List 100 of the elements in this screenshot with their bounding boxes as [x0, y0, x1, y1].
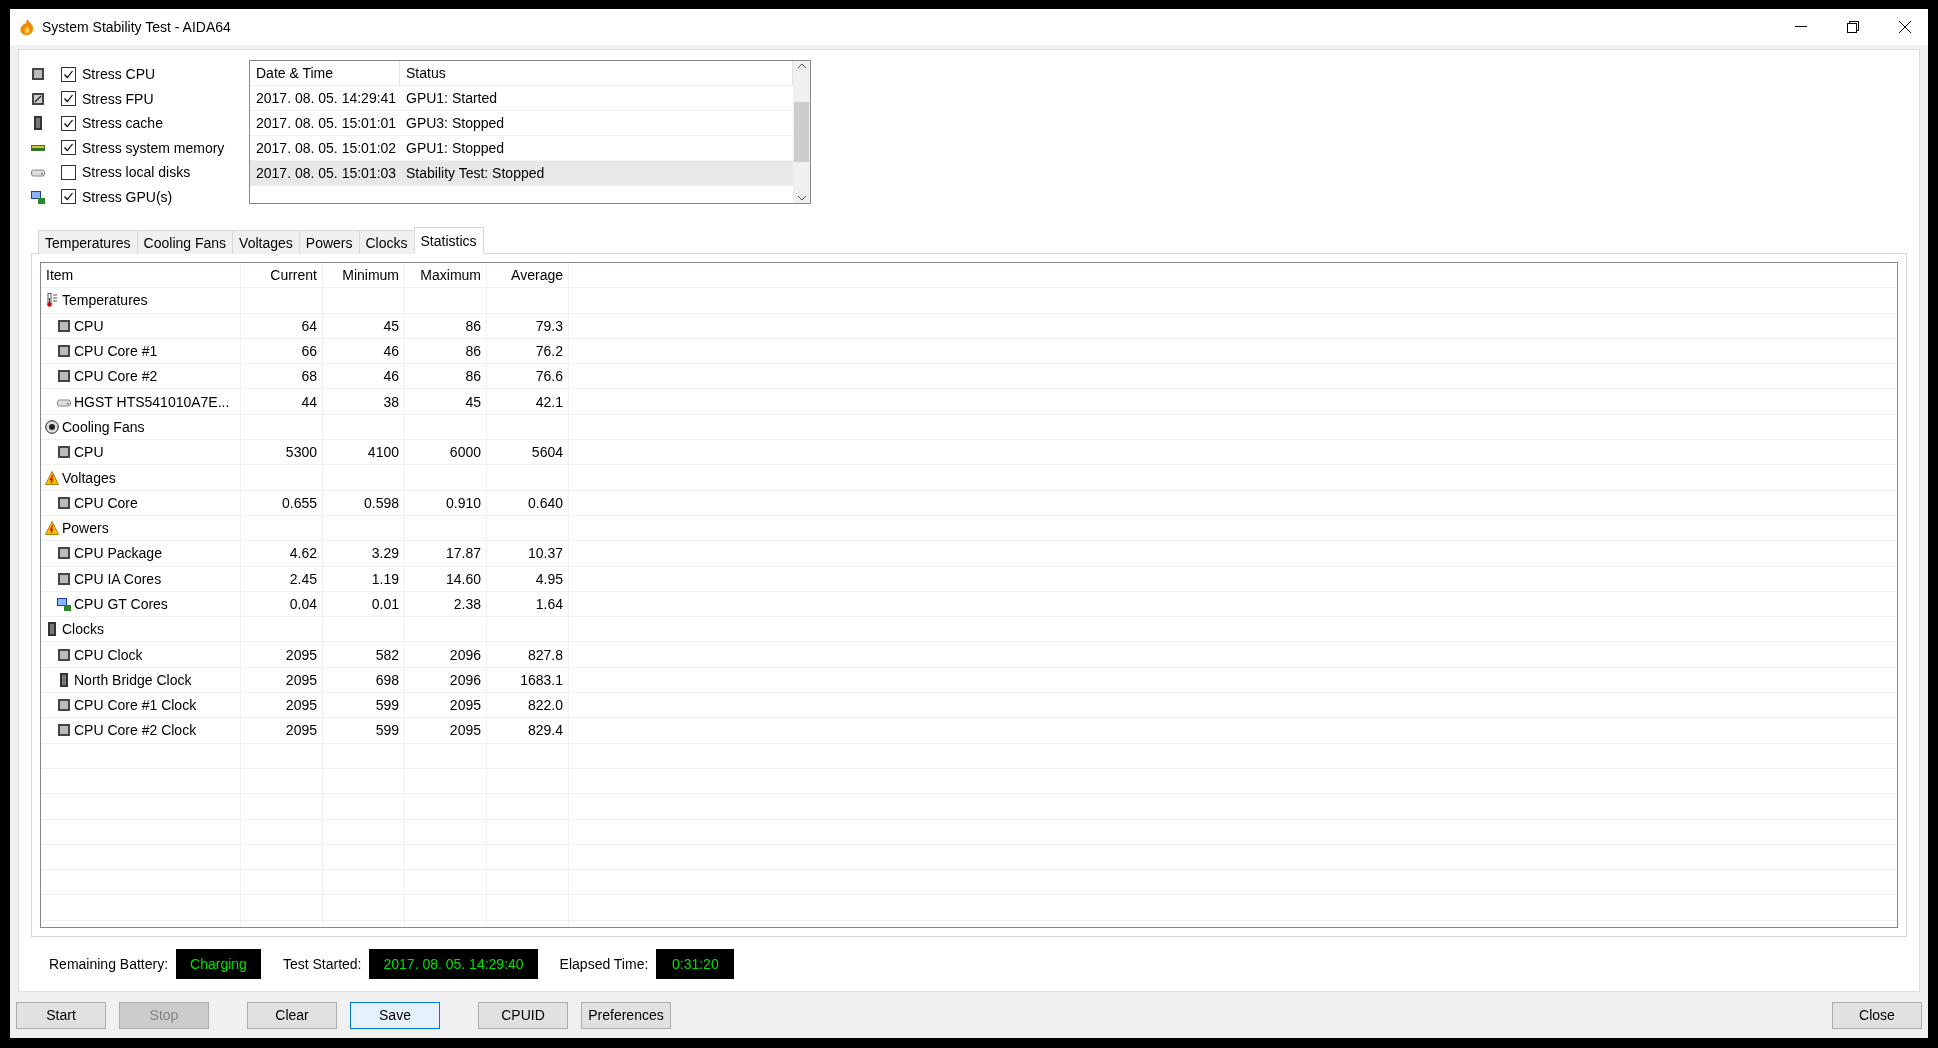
close-dialog-button[interactable]: Close [1832, 1001, 1922, 1029]
group-label: Cooling Fans [62, 418, 145, 435]
item-label: CPU Core #1 Clock [74, 697, 197, 714]
table-cell: 2.38 [453, 596, 481, 612]
checkmark-icon [63, 93, 74, 105]
log-status: GPU1: Stopped [405, 140, 506, 156]
warning-icon [45, 470, 59, 485]
tab[interactable]: Cooling Fans [136, 230, 234, 254]
monitor-icon [57, 597, 71, 611]
table-cell: 1683.1 [520, 671, 563, 688]
table-cell: 45 [383, 317, 399, 334]
table-cell: 6000 [449, 444, 481, 461]
table-cell: 0.910 [445, 494, 481, 511]
log-time: 2017. 08. 05. 15:01:01 [255, 115, 398, 131]
chip-icon [57, 546, 71, 561]
table-cell: 1.19 [371, 570, 399, 587]
checkbox[interactable] [61, 66, 76, 82]
tab[interactable]: Clocks [358, 230, 415, 254]
log-time: 2017. 08. 05. 15:01:02 [255, 140, 398, 156]
chip-icon [57, 369, 71, 384]
column-header[interactable]: Current [270, 267, 317, 284]
close-icon [1899, 21, 1911, 33]
tab[interactable]: Powers [298, 230, 360, 254]
table-cell: 3.29 [371, 545, 399, 562]
status-display: 2017. 08. 05. 14:29:40 [369, 949, 538, 979]
action-button[interactable]: Preferences [581, 1001, 671, 1029]
tab[interactable]: Statistics [413, 227, 484, 254]
memory-chip-icon [31, 116, 45, 131]
table-cell: 2095 [449, 697, 481, 714]
checkbox-label[interactable]: Stress cache [82, 115, 163, 132]
table-cell: 68 [301, 368, 317, 385]
minimize-icon [1795, 26, 1807, 28]
table-cell: 829.4 [527, 722, 563, 739]
item-label: HGST HTS541010A7E... [74, 393, 230, 410]
action-button[interactable]: Clear [247, 1001, 337, 1029]
table-cell: 2096 [449, 671, 481, 688]
chip-icon [57, 495, 71, 510]
column-header[interactable]: Average [511, 267, 563, 284]
table-cell: 1.64 [535, 596, 563, 612]
table-cell: 827.8 [527, 646, 563, 663]
thermometer-icon [45, 293, 59, 308]
checkbox-label[interactable]: Stress CPU [82, 66, 156, 83]
checkbox[interactable] [61, 115, 76, 131]
table-cell: 599 [375, 722, 399, 739]
table-cell: 0.01 [371, 596, 399, 612]
item-label: CPU GT Cores [74, 596, 168, 612]
table-cell: 698 [375, 671, 399, 688]
column-header[interactable]: Maximum [420, 267, 481, 284]
table-cell: 44 [301, 393, 317, 410]
table-cell: 42.1 [535, 393, 563, 410]
checkbox[interactable] [61, 164, 76, 180]
table-cell: 17.87 [445, 545, 481, 562]
action-button[interactable]: Start [16, 1001, 106, 1029]
tab[interactable]: Temperatures [38, 230, 138, 254]
item-label: CPU Core #1 [74, 343, 158, 360]
chip-icon [57, 698, 71, 713]
checkbox[interactable] [61, 189, 76, 205]
table-cell: 2095 [285, 697, 317, 714]
flame-logo-icon [18, 18, 36, 36]
checkmark-icon [63, 117, 74, 129]
chip-icon [57, 344, 71, 359]
table-cell: 0.640 [527, 494, 563, 511]
log-status: GPU1: Started [405, 90, 499, 106]
table-cell: 4.62 [289, 545, 317, 562]
table-cell: 66 [301, 343, 317, 360]
checkbox[interactable] [61, 91, 76, 107]
item-label: North Bridge Clock [74, 671, 192, 688]
table-cell: 2096 [449, 646, 481, 663]
checkbox[interactable] [61, 140, 76, 156]
checkbox-label[interactable]: Stress local disks [82, 164, 191, 181]
checkbox-label[interactable]: Stress GPU(s) [82, 188, 173, 205]
table-cell: 14.60 [445, 570, 481, 587]
scrollbar-thumb[interactable] [794, 102, 809, 162]
action-button[interactable]: Save [350, 1001, 440, 1029]
table-cell: 599 [375, 697, 399, 714]
group-label: Voltages [62, 469, 116, 486]
chip-icon [57, 445, 71, 460]
status-label: Remaining Battery: [49, 956, 169, 972]
table-cell: 86 [465, 317, 481, 334]
column-header[interactable]: Item [46, 267, 74, 284]
table-cell: 822.0 [527, 697, 563, 714]
tab[interactable]: Voltages [232, 230, 300, 254]
log-row[interactable]: 2017. 08. 05. 15:01:03 Stability Test: Stopped [250, 161, 793, 186]
table-cell: 2.45 [289, 570, 317, 587]
log-status: Stability Test: Stopped [405, 165, 546, 181]
checkbox-label[interactable]: Stress FPU [82, 90, 154, 107]
table-cell: 10.37 [527, 545, 563, 562]
warning-icon [45, 521, 59, 536]
action-button[interactable]: CPUID [478, 1001, 568, 1029]
scrollbar[interactable] [793, 61, 810, 203]
checkmark-icon [63, 191, 74, 203]
restore-icon [1847, 21, 1859, 33]
column-header[interactable]: Date & Time [250, 61, 400, 85]
monitor-icon [31, 189, 45, 204]
checkmark-icon [63, 142, 74, 154]
item-label: CPU Core [74, 494, 138, 511]
column-header[interactable]: Minimum [342, 267, 399, 284]
table-cell: 4100 [367, 444, 399, 461]
checkbox-label[interactable]: Stress system memory [82, 139, 225, 156]
table-cell: 0.655 [281, 494, 317, 511]
